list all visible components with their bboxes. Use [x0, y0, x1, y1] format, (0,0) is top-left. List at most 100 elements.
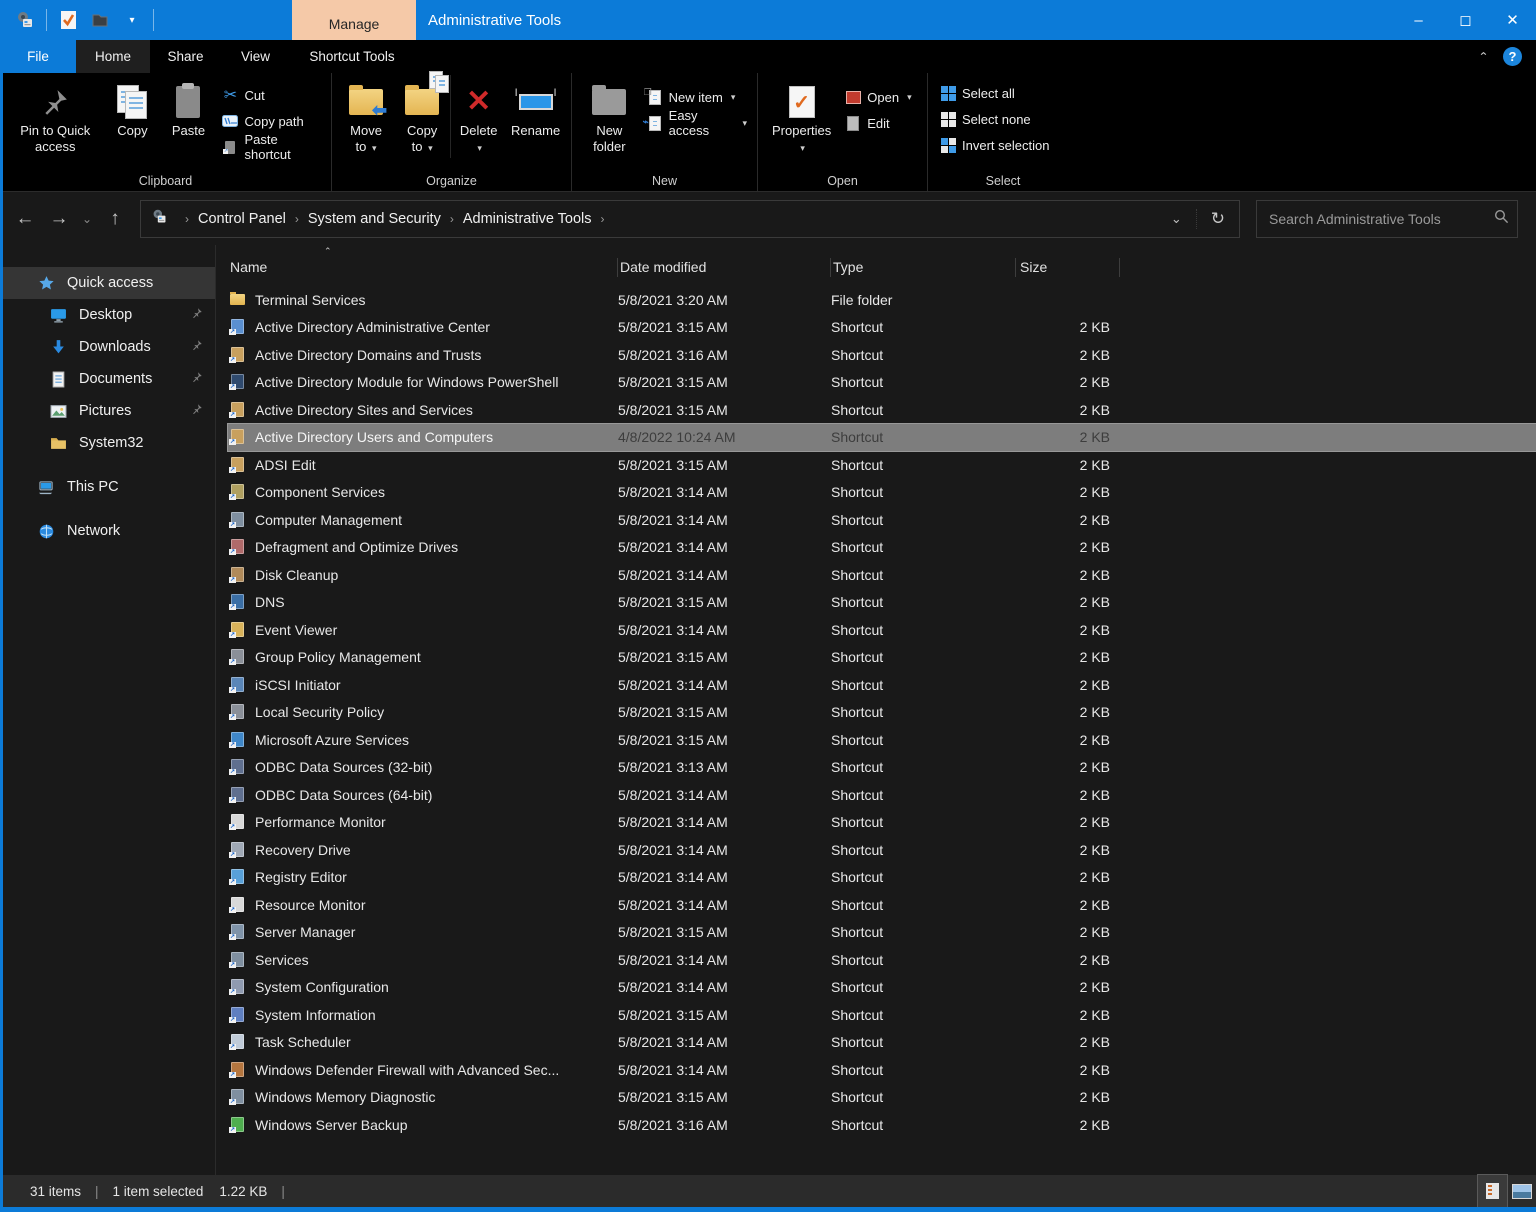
file-row[interactable]: ↗Registry Editor5/8/2021 3:14 AMShortcut… — [228, 864, 1536, 892]
file-row[interactable]: ↗Active Directory Sites and Services5/8/… — [228, 396, 1536, 424]
file-row[interactable]: ↗Windows Server Backup5/8/2021 3:16 AMSh… — [228, 1111, 1536, 1139]
file-row[interactable]: ↗Microsoft Azure Services5/8/2021 3:15 A… — [228, 726, 1536, 754]
move-to-button[interactable]: ⬅ Move to ▾ — [338, 75, 394, 158]
open-button[interactable]: Open▾ — [845, 87, 911, 107]
thumbnails-view-button[interactable] — [1507, 1175, 1536, 1207]
new-folder-button[interactable]: New folder — [578, 75, 641, 158]
file-row[interactable]: ↗Server Manager5/8/2021 3:15 AMShortcut2… — [228, 919, 1536, 947]
file-row[interactable]: ↗ODBC Data Sources (64-bit)5/8/2021 3:14… — [228, 781, 1536, 809]
sidebar-item-documents[interactable]: Documents — [0, 363, 215, 395]
file-date-modified: 5/8/2021 3:15 AM — [618, 402, 831, 418]
recent-locations-icon[interactable]: ⌄ — [76, 212, 98, 226]
search-box[interactable] — [1256, 200, 1518, 238]
edit-button[interactable]: Edit — [845, 113, 911, 133]
sidebar-item-this-pc[interactable]: This PC — [0, 471, 215, 503]
qat-new-folder-icon[interactable] — [89, 9, 111, 31]
file-row[interactable]: ↗Component Services5/8/2021 3:14 AMShort… — [228, 479, 1536, 507]
file-row[interactable]: ↗ODBC Data Sources (32-bit)5/8/2021 3:13… — [228, 754, 1536, 782]
properties-button[interactable]: ✓ Properties▾ — [764, 75, 839, 158]
pin-to-quick-access-button[interactable]: Pin to Quick access — [6, 75, 104, 158]
manage-contextual-tab[interactable]: Manage — [292, 0, 416, 40]
file-row[interactable]: ↗Local Security Policy5/8/2021 3:15 AMSh… — [228, 699, 1536, 727]
file-row[interactable]: ↗System Information5/8/2021 3:15 AMShort… — [228, 1001, 1536, 1029]
sidebar-item-label: Pictures — [79, 403, 131, 419]
rename-button[interactable]: Rename — [506, 75, 565, 141]
minimize-button[interactable]: – — [1395, 0, 1442, 40]
file-name: Server Manager — [255, 924, 355, 940]
qat-properties-icon[interactable] — [57, 9, 79, 31]
crumb-administrative-tools[interactable]: Administrative Tools — [463, 211, 592, 227]
copy-button[interactable]: Copy — [104, 75, 160, 141]
file-row[interactable]: ↗Defragment and Optimize Drives5/8/2021 … — [228, 534, 1536, 562]
paste-button[interactable]: Paste — [160, 75, 216, 141]
up-icon[interactable]: ↑ — [98, 208, 132, 230]
tab-share[interactable]: Share — [150, 40, 221, 73]
file-row[interactable]: ↗Active Directory Module for Windows Pow… — [228, 369, 1536, 397]
copy-path-button[interactable]: Copy path — [222, 111, 321, 131]
file-row[interactable]: Terminal Services5/8/2021 3:20 AMFile fo… — [228, 286, 1536, 314]
forward-icon[interactable]: → — [42, 208, 76, 230]
file-row[interactable]: ↗Resource Monitor5/8/2021 3:14 AMShortcu… — [228, 891, 1536, 919]
sidebar-item-quick-access[interactable]: Quick access — [0, 267, 215, 299]
file-row[interactable]: ↗Active Directory Users and Computers4/8… — [228, 424, 1536, 452]
file-row[interactable]: ↗Services5/8/2021 3:14 AMShortcut2 KB — [228, 946, 1536, 974]
file-row[interactable]: ↗Task Scheduler5/8/2021 3:14 AMShortcut2… — [228, 1029, 1536, 1057]
file-row[interactable]: ↗Group Policy Management5/8/2021 3:15 AM… — [228, 644, 1536, 672]
sidebar-item-network[interactable]: Network — [0, 515, 215, 547]
column-header-date-modified[interactable]: Date modified — [618, 252, 831, 282]
easy-access-button[interactable]: ⌁ Easy access▾ — [647, 113, 747, 133]
file-row[interactable]: ↗Computer Management5/8/2021 3:14 AMShor… — [228, 506, 1536, 534]
breadcrumb[interactable]: › Control Panel › System and Security › … — [140, 200, 1240, 238]
tab-home[interactable]: Home — [76, 40, 150, 73]
file-row[interactable]: ↗Performance Monitor5/8/2021 3:14 AMShor… — [228, 809, 1536, 837]
minimize-ribbon-icon[interactable]: ⌃ — [1478, 49, 1489, 63]
sidebar-item-downloads[interactable]: Downloads — [0, 331, 215, 363]
close-button[interactable]: ✕ — [1489, 0, 1536, 40]
file-row[interactable]: ↗Windows Memory Diagnostic5/8/2021 3:15 … — [228, 1084, 1536, 1112]
copy-to-button[interactable]: Copy to ▾ — [394, 75, 450, 158]
file-row[interactable]: ↗Recovery Drive5/8/2021 3:14 AMShortcut2… — [228, 836, 1536, 864]
sidebar-item-desktop[interactable]: Desktop — [0, 299, 215, 331]
admin-tools-app-icon[interactable] — [14, 9, 36, 31]
paste-shortcut-button[interactable]: ↗ Paste shortcut — [222, 137, 321, 157]
select-all-button[interactable]: Select all — [940, 83, 1049, 103]
cut-button[interactable]: ✂ Cut — [222, 85, 321, 105]
file-row[interactable]: ↗Active Directory Domains and Trusts5/8/… — [228, 341, 1536, 369]
maximize-button[interactable]: ◻ — [1442, 0, 1489, 40]
file-date-modified: 5/8/2021 3:15 AM — [618, 319, 831, 335]
search-icon[interactable] — [1494, 209, 1509, 229]
file-row[interactable]: ↗System Configuration5/8/2021 3:14 AMSho… — [228, 974, 1536, 1002]
sidebar-item-system32[interactable]: System32 — [0, 427, 215, 459]
file-row[interactable]: ↗Disk Cleanup5/8/2021 3:14 AMShortcut2 K… — [228, 561, 1536, 589]
file-row[interactable]: ↗Event Viewer5/8/2021 3:14 AMShortcut2 K… — [228, 616, 1536, 644]
column-header-name[interactable]: Name ⌃ — [228, 252, 618, 282]
sidebar-item-pictures[interactable]: Pictures — [0, 395, 215, 427]
file-date-modified: 5/8/2021 3:15 AM — [618, 924, 831, 940]
tab-view[interactable]: View — [221, 40, 290, 73]
qat-customize-dropdown[interactable]: ▾ — [121, 9, 143, 31]
file-row[interactable]: ↗iSCSI Initiator5/8/2021 3:14 AMShortcut… — [228, 671, 1536, 699]
tab-file[interactable]: File — [0, 40, 76, 73]
file-row[interactable]: ↗DNS5/8/2021 3:15 AMShortcut2 KB — [228, 589, 1536, 617]
column-header-type[interactable]: Type — [831, 252, 1016, 282]
delete-button[interactable]: ✕ Delete▾ — [450, 75, 506, 158]
pin-icon — [40, 81, 70, 123]
address-dropdown-icon[interactable]: ⌄ — [1157, 211, 1196, 227]
crumb-system-and-security[interactable]: System and Security — [308, 211, 441, 227]
move-to-icon: ⬅ — [349, 81, 383, 123]
tab-shortcut-tools[interactable]: Shortcut Tools — [290, 40, 414, 73]
invert-selection-button[interactable]: Invert selection — [940, 135, 1049, 155]
back-icon[interactable]: ← — [8, 208, 42, 230]
crumb-control-panel[interactable]: Control Panel — [198, 211, 286, 227]
file-row[interactable]: ↗ADSI Edit5/8/2021 3:15 AMShortcut2 KB — [228, 451, 1536, 479]
new-item-button[interactable]: ❐ New item▾ — [647, 87, 747, 107]
search-input[interactable] — [1269, 211, 1494, 227]
select-none-button[interactable]: Select none — [940, 109, 1049, 129]
file-type: Shortcut — [831, 319, 1016, 335]
file-row[interactable]: ↗Windows Defender Firewall with Advanced… — [228, 1056, 1536, 1084]
column-header-size[interactable]: Size — [1016, 252, 1120, 282]
details-view-button[interactable] — [1478, 1175, 1507, 1207]
file-row[interactable]: ↗Active Directory Administrative Center5… — [228, 314, 1536, 342]
help-icon[interactable]: ? — [1503, 47, 1522, 66]
refresh-icon[interactable]: ↻ — [1196, 209, 1239, 229]
